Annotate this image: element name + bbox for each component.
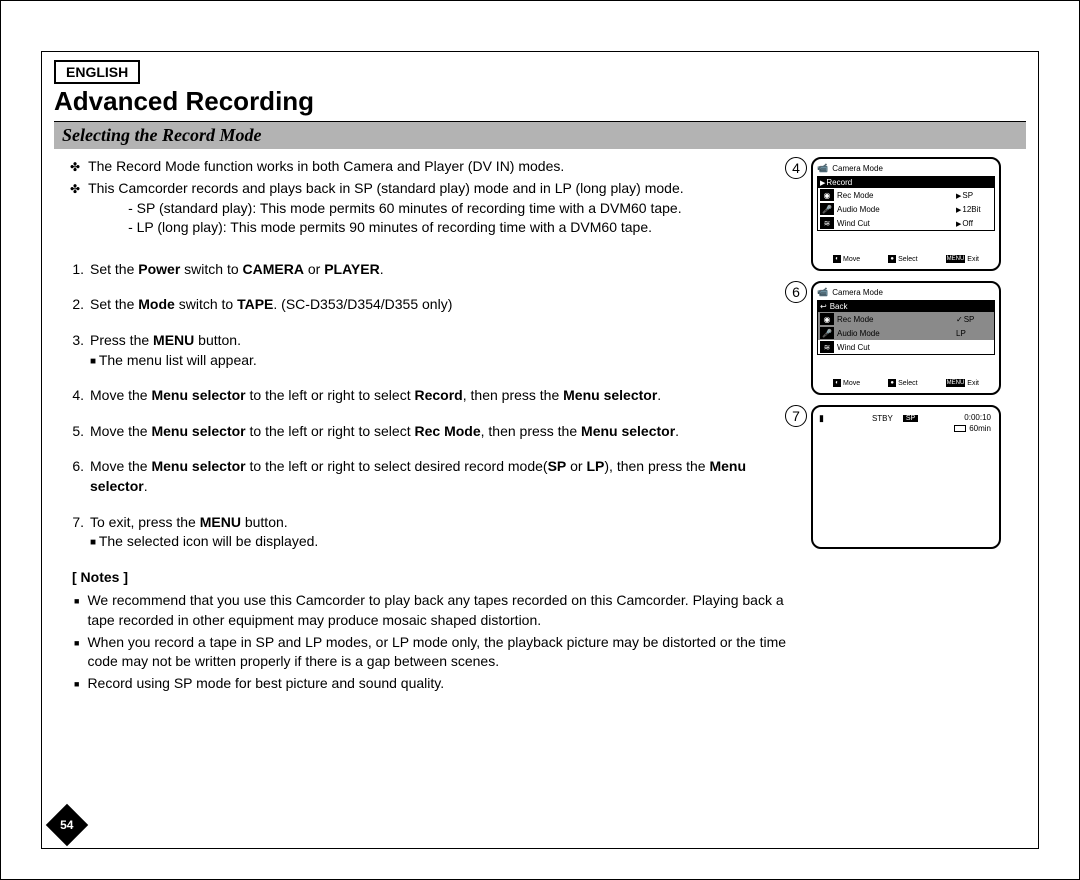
screenshot-7: 7 STBY SP 0:00:10 60min: [811, 405, 1026, 549]
footer-hints: ◐Move ●Select MENUExit: [817, 255, 995, 263]
menu-row: ≋ Wind Cut Off: [818, 216, 994, 230]
audio-icon: 🎤: [820, 203, 834, 215]
menu-header: ↩Back: [818, 301, 994, 312]
check-icon: [956, 315, 964, 324]
intro-sub: SP (standard play): This mode permits 60…: [88, 200, 682, 216]
text-column: The Record Mode function works in both C…: [54, 157, 795, 695]
lcd-screen: Camera Mode Record ◉ Rec Mode SP 🎤 Audi: [811, 157, 1001, 271]
lcd-standby-screen: STBY SP 0:00:10 60min: [811, 405, 1001, 549]
stby-label: STBY: [872, 414, 893, 423]
screens-column: 4 Camera Mode Record ◉ Rec Mode SP: [811, 157, 1026, 695]
timecode: 0:00:10: [954, 413, 991, 422]
step-sub: The menu list will appear.: [90, 351, 795, 371]
audio-icon: 🎤: [820, 327, 834, 339]
step-number: 1.: [54, 260, 84, 280]
step-number: 2.: [54, 295, 84, 315]
step: 2. Set the Mode switch to TAPE. (SC-D353…: [54, 295, 795, 315]
move-icon: ◐: [833, 255, 841, 263]
sp-badge: SP: [903, 415, 918, 422]
menu-row: 🎤 Audio Mode LP: [818, 326, 994, 340]
step-number: 7.: [54, 513, 84, 552]
note-item: When you record a tape in SP and LP mode…: [54, 633, 795, 672]
notes-list: We recommend that you use this Camcorder…: [54, 591, 795, 693]
menu-box: ↩Back ◉ Rec Mode SP 🎤 Audio Mode LP: [817, 300, 995, 355]
page-number-badge: 54: [46, 804, 88, 846]
menu-row: ◉ Rec Mode SP: [818, 188, 994, 202]
step-sub: The selected icon will be displayed.: [90, 532, 795, 552]
step: 4. Move the Menu selector to the left or…: [54, 386, 795, 406]
intro-line: This Camcorder records and plays back in…: [54, 179, 795, 238]
note-item: We recommend that you use this Camcorder…: [54, 591, 795, 630]
step: 6. Move the Menu selector to the left or…: [54, 457, 795, 496]
select-icon: ●: [888, 255, 896, 263]
menu-icon: MENU: [946, 255, 966, 263]
step: 3. Press the MENU button. The menu list …: [54, 331, 795, 370]
menu-row: ≋ Wind Cut: [818, 340, 994, 354]
menu-row-selected: ◉ Rec Mode SP: [818, 312, 994, 326]
menu-row: 🎤 Audio Mode 12Bit: [818, 202, 994, 216]
move-icon: ◐: [833, 379, 841, 387]
page-title: Advanced Recording: [54, 86, 1026, 117]
rec-icon: ◉: [820, 313, 834, 325]
footer-hints: ◐Move ●Select MENUExit: [817, 379, 995, 387]
tape-remaining: 60min: [969, 424, 991, 433]
notes-heading: [ Notes ]: [72, 568, 795, 588]
wind-icon: ≋: [820, 341, 834, 353]
screenshot-number: 4: [785, 157, 807, 179]
camera-icon: [817, 163, 832, 174]
intro-bullets: The Record Mode function works in both C…: [54, 157, 795, 238]
menu-icon: MENU: [946, 379, 966, 387]
step: 7. To exit, press the MENU button. The s…: [54, 513, 795, 552]
intro-sub: LP (long play): This mode permits 90 min…: [88, 219, 652, 235]
tape-icon: [954, 425, 966, 432]
intro-line: The Record Mode function works in both C…: [54, 157, 795, 177]
menu-header: Record: [818, 177, 994, 188]
back-arrow-icon: ↩: [820, 302, 827, 311]
screenshot-number: 6: [785, 281, 807, 303]
screenshot-6: 6 Camera Mode ↩Back ◉ Rec Mode SP �: [811, 281, 1026, 395]
battery-icon: [819, 413, 822, 424]
menu-box: Record ◉ Rec Mode SP 🎤 Audio Mode 12Bit: [817, 176, 995, 231]
step-number: 6.: [54, 457, 84, 496]
screenshot-4: 4 Camera Mode Record ◉ Rec Mode SP: [811, 157, 1026, 271]
select-icon: ●: [888, 379, 896, 387]
step-number: 5.: [54, 422, 84, 442]
language-badge: ENGLISH: [54, 60, 140, 84]
page-frame: ENGLISH Advanced Recording Selecting the…: [41, 51, 1039, 849]
page-number: 54: [60, 818, 73, 832]
wind-icon: ≋: [820, 217, 834, 229]
note-item: Record using SP mode for best picture an…: [54, 674, 795, 694]
step: 1. Set the Power switch to CAMERA or PLA…: [54, 260, 795, 280]
step: 5. Move the Menu selector to the left or…: [54, 422, 795, 442]
section-subtitle: Selecting the Record Mode: [54, 121, 1026, 149]
screenshot-number: 7: [785, 405, 807, 427]
steps-list: 1. Set the Power switch to CAMERA or PLA…: [54, 260, 795, 552]
step-number: 4.: [54, 386, 84, 406]
camera-icon: [817, 287, 832, 298]
lcd-screen: Camera Mode ↩Back ◉ Rec Mode SP 🎤 Audio: [811, 281, 1001, 395]
rec-icon: ◉: [820, 189, 834, 201]
content-row: The Record Mode function works in both C…: [54, 157, 1026, 695]
step-number: 3.: [54, 331, 84, 370]
